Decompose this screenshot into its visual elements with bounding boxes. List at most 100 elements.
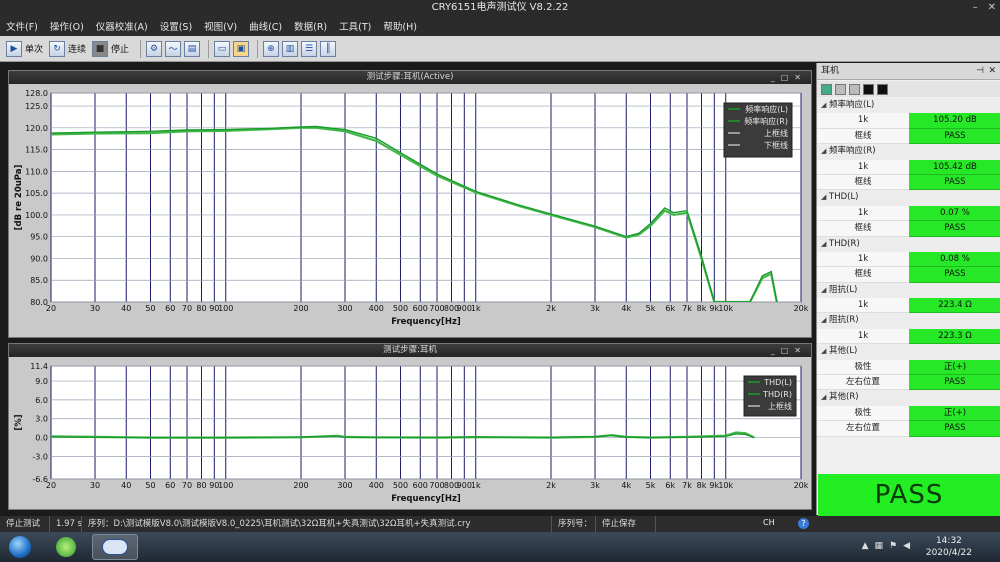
- restore-icon[interactable]: □: [781, 73, 795, 82]
- x-tick-label: 300: [337, 481, 352, 490]
- start-button[interactable]: [2, 534, 38, 560]
- x-tick-label: 100: [218, 481, 233, 490]
- collapse-triangle-icon[interactable]: ◢: [821, 390, 829, 405]
- minimize-icon[interactable]: _: [771, 346, 781, 355]
- continuous-test-button[interactable]: ↻ 连续: [49, 40, 86, 57]
- close-icon[interactable]: ✕: [794, 346, 807, 355]
- add-icon[interactable]: [835, 83, 846, 95]
- x-tick-label: 3k: [590, 481, 600, 490]
- x-tick-label: 40: [121, 481, 131, 490]
- result-value: 105.42 dB: [909, 159, 1000, 175]
- taskbar-app-browser[interactable]: [46, 534, 86, 560]
- x-tick-label: 50: [145, 481, 155, 490]
- y-tick-label: 100.0: [25, 211, 48, 220]
- result-group-header[interactable]: ◢ 频率响应(L): [817, 98, 1000, 114]
- x-tick-label: 4k: [621, 304, 631, 313]
- help-icon[interactable]: ?: [798, 518, 809, 529]
- close-icon[interactable]: ✕: [988, 63, 996, 80]
- collapse-triangle-icon[interactable]: ◢: [821, 98, 829, 113]
- y-axis-label: [dB re 20uPa]: [14, 164, 24, 230]
- grid-icon[interactable]: [821, 83, 832, 95]
- menu-view[interactable]: 视图(V): [204, 19, 237, 33]
- restore-icon[interactable]: □: [781, 346, 795, 355]
- x-tick-label: 40: [121, 304, 131, 313]
- result-group-header[interactable]: ◢ 其他(R): [817, 390, 1000, 406]
- x-tick-label: 60: [165, 481, 175, 490]
- collapse-triangle-icon[interactable]: ◢: [821, 144, 829, 159]
- single-test-label: 单次: [25, 45, 44, 55]
- x-tick-label: 3k: [590, 304, 600, 313]
- result-group-header[interactable]: ◢ 阻抗(L): [817, 282, 1000, 299]
- x-tick-label: 700: [429, 481, 444, 490]
- x-tick-label: 5k: [646, 481, 656, 490]
- single-test-button[interactable]: ▶ 单次: [6, 40, 44, 57]
- result-key: 1k: [817, 298, 909, 314]
- menu-settings[interactable]: 设置(S): [160, 19, 192, 33]
- result-key: 极性: [817, 405, 909, 422]
- menu-help[interactable]: 帮助(H): [383, 19, 417, 33]
- x-tick-label: 300: [337, 304, 352, 313]
- menu-data[interactable]: 数据(R): [294, 19, 327, 33]
- result-value: 正(+): [909, 359, 1000, 376]
- flag-icon[interactable]: ⚑: [889, 541, 897, 551]
- tray-expand-icon[interactable]: ▲: [862, 541, 869, 551]
- x-tick-label: 200: [293, 481, 308, 490]
- menu-curve[interactable]: 曲线(C): [249, 19, 282, 33]
- result-group-header[interactable]: ◢ THD(R): [817, 236, 1000, 252]
- x-tick-label: 5k: [646, 304, 656, 313]
- save-icon[interactable]: ▣: [233, 40, 250, 57]
- settings-icon[interactable]: ⚙: [146, 40, 163, 57]
- menu-calibrate[interactable]: 仪器校准(A): [96, 19, 148, 33]
- minimize-icon[interactable]: _: [771, 73, 781, 82]
- result-group-header[interactable]: ◢ 其他(L): [817, 344, 1000, 360]
- ime-indicator[interactable]: CH: [763, 518, 775, 527]
- collapse-triangle-icon[interactable]: ◢: [821, 190, 829, 205]
- layout-vertical-icon[interactable]: ║: [320, 40, 337, 57]
- remove-icon[interactable]: [849, 83, 860, 95]
- taskbar-app-cry[interactable]: [92, 534, 138, 560]
- collapse-triangle-icon[interactable]: ◢: [821, 313, 829, 328]
- collapse-triangle-icon[interactable]: ◢: [821, 283, 829, 298]
- open-folder-icon[interactable]: ▭: [214, 40, 231, 57]
- report-icon[interactable]: ▤: [184, 40, 201, 57]
- pin-icon[interactable]: ⊣: [976, 63, 984, 80]
- result-group-name: 频率响应(L): [829, 100, 875, 110]
- clock-date: 2020/4/22: [925, 548, 972, 558]
- y-tick-label: 85.0: [30, 276, 48, 285]
- stop-button[interactable]: ■ 停止: [92, 40, 129, 57]
- curve-icon[interactable]: 〜: [165, 40, 182, 57]
- menu-file[interactable]: 文件(F): [6, 19, 38, 33]
- x-tick-label: 7k: [682, 304, 692, 313]
- chart-icon[interactable]: ▥: [282, 40, 299, 57]
- menu-operate[interactable]: 操作(O): [50, 19, 84, 33]
- close-icon[interactable]: ✕: [988, 0, 996, 16]
- result-group-header[interactable]: ◢ 频率响应(R): [817, 144, 1000, 160]
- y-axis-label: [%]: [14, 414, 24, 430]
- result-group-header[interactable]: ◢ THD(L): [817, 190, 1000, 206]
- frequency-response-panel-title: 测试步骤:耳机(Active): [9, 71, 811, 84]
- volume-icon[interactable]: ◀: [903, 541, 910, 551]
- expand-icon[interactable]: [863, 83, 874, 95]
- zoom-icon[interactable]: ⊕: [263, 40, 280, 57]
- result-group-header[interactable]: ◢ 阻抗(R): [817, 313, 1000, 329]
- window-controls: – ✕: [973, 0, 996, 16]
- x-axis-label: Frequency[Hz]: [391, 317, 461, 327]
- result-key: 1k: [817, 159, 909, 175]
- x-tick-label: 6k: [665, 304, 675, 313]
- loop-icon: ↻: [49, 40, 66, 57]
- x-tick-label: 4k: [621, 481, 631, 490]
- result-group-name: 频率响应(R): [829, 146, 876, 157]
- collapse-triangle-icon[interactable]: ◢: [821, 237, 829, 252]
- menu-tools[interactable]: 工具(T): [339, 19, 371, 33]
- y-tick-label: 11.4: [30, 362, 48, 371]
- layout-horizontal-icon[interactable]: ☰: [301, 40, 318, 57]
- collapse-triangle-icon[interactable]: ◢: [821, 344, 829, 359]
- taskbar-clock[interactable]: 14:32 2020/4/22: [926, 535, 972, 559]
- collapse-icon[interactable]: [877, 83, 888, 95]
- close-icon[interactable]: ✕: [794, 73, 807, 82]
- minimize-icon[interactable]: –: [973, 0, 978, 16]
- x-tick-label: 70: [182, 304, 192, 313]
- y-tick-label: 110.0: [25, 167, 48, 176]
- result-value: PASS: [909, 375, 1000, 391]
- network-icon[interactable]: ▦: [874, 541, 883, 551]
